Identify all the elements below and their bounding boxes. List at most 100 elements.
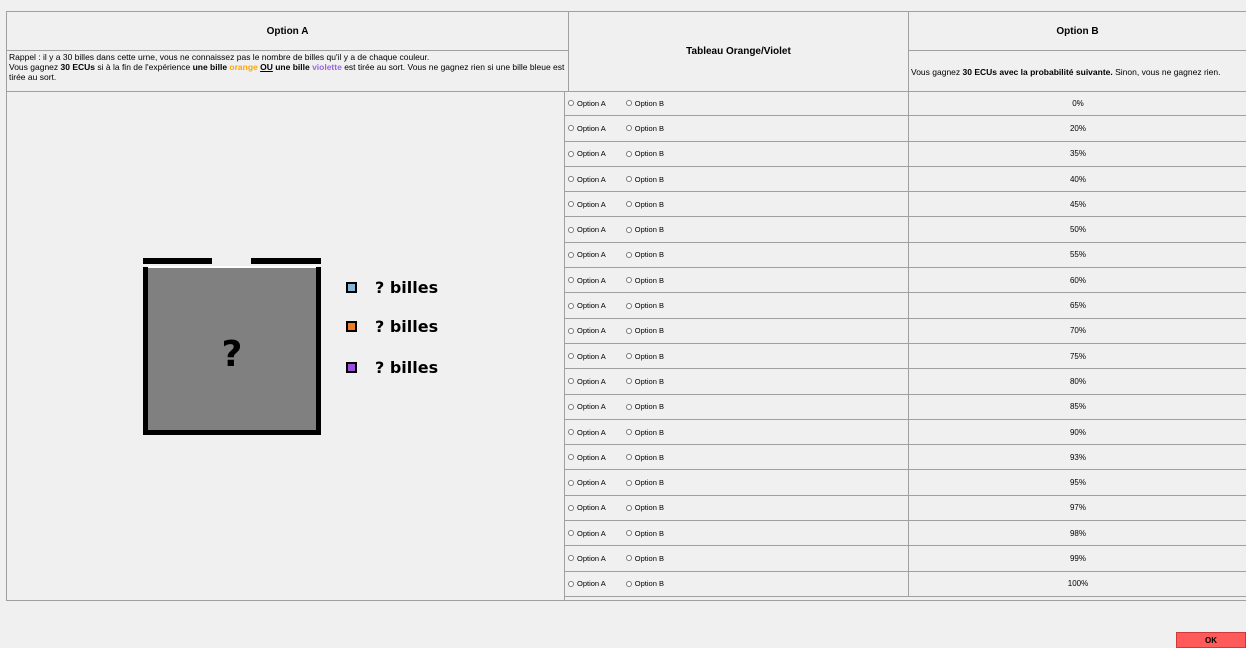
radio-circle-icon[interactable] xyxy=(625,479,632,486)
radio-option-a[interactable]: Option A xyxy=(568,453,606,462)
radio-option-a[interactable]: Option A xyxy=(568,250,606,259)
radio-option-b[interactable]: Option B xyxy=(625,554,664,563)
radio-circle-icon[interactable] xyxy=(625,251,632,258)
ok-button[interactable]: OK xyxy=(1176,632,1246,648)
radio-circle-icon[interactable] xyxy=(625,353,632,360)
radio-circle-icon[interactable] xyxy=(625,580,632,587)
radio-circle-icon[interactable] xyxy=(568,353,574,360)
radio-circle-icon[interactable] xyxy=(568,504,574,511)
radio-circle-icon[interactable] xyxy=(625,150,632,157)
probability-cell: 100% xyxy=(1067,579,1089,589)
radio-label: Option B xyxy=(634,351,664,361)
radio-option-b[interactable]: Option B xyxy=(625,402,664,411)
table-row: Option A Option B 98% xyxy=(565,521,1246,547)
urn-rim-left xyxy=(143,258,212,264)
radio-circle-icon[interactable] xyxy=(568,251,574,258)
radio-circle-icon[interactable] xyxy=(568,150,574,157)
radio-option-a[interactable]: Option A xyxy=(568,225,606,234)
probability-cell: 50% xyxy=(1069,225,1086,235)
radio-option-b[interactable]: Option B xyxy=(625,175,664,184)
radio-circle-icon[interactable] xyxy=(625,504,632,511)
radio-option-b[interactable]: Option B xyxy=(625,326,664,335)
radio-circle-icon[interactable] xyxy=(625,176,632,183)
radio-option-b[interactable]: Option B xyxy=(625,149,664,158)
table-row: Option A Option B 55% xyxy=(565,242,1246,269)
radio-option-b[interactable]: Option B xyxy=(625,453,664,462)
radio-option-a[interactable]: Option A xyxy=(568,579,606,588)
radio-option-b[interactable]: Option B xyxy=(625,200,664,209)
radio-circle-icon[interactable] xyxy=(625,201,632,208)
radio-label: Option B xyxy=(634,275,664,285)
probability-cell: 80% xyxy=(1069,376,1086,386)
radio-option-a[interactable]: Option A xyxy=(568,352,606,361)
radio-option-b[interactable]: Option B xyxy=(625,351,664,361)
radio-option-b[interactable]: Option B xyxy=(625,529,664,538)
radio-option-a[interactable]: Option A xyxy=(568,301,606,310)
radio-circle-icon[interactable] xyxy=(568,125,574,132)
radio-circle-icon[interactable] xyxy=(568,555,574,562)
radio-option-a[interactable]: Option A xyxy=(568,428,606,437)
radio-circle-icon[interactable] xyxy=(568,454,574,461)
radio-circle-icon[interactable] xyxy=(568,201,574,208)
radio-circle-icon[interactable] xyxy=(625,530,632,537)
radio-circle-icon[interactable] xyxy=(625,378,632,385)
radio-option-b[interactable]: Option B xyxy=(625,225,664,234)
radio-option-a[interactable]: Option A xyxy=(568,529,606,538)
blue-swatch-icon xyxy=(346,282,357,293)
radio-option-b[interactable]: Option B xyxy=(625,503,664,512)
radio-circle-icon[interactable] xyxy=(568,378,574,385)
radio-circle-icon[interactable] xyxy=(625,454,632,461)
radio-circle-icon[interactable] xyxy=(568,479,574,486)
bottom-divider xyxy=(6,600,1246,601)
radio-circle-icon[interactable] xyxy=(625,226,632,233)
legend-blue: ? billes xyxy=(346,278,438,297)
radio-option-b[interactable]: Option B xyxy=(625,99,664,108)
radio-circle-icon[interactable] xyxy=(625,277,632,284)
radio-option-a[interactable]: Option A xyxy=(568,149,606,158)
radio-circle-icon[interactable] xyxy=(568,302,574,309)
radio-option-b[interactable]: Option B xyxy=(625,478,664,487)
radio-option-b[interactable]: Option B xyxy=(625,275,664,285)
radio-circle-icon[interactable] xyxy=(625,125,632,132)
choice-cell: Option A Option B xyxy=(565,445,909,470)
radio-option-a[interactable]: Option A xyxy=(568,377,606,386)
radio-circle-icon[interactable] xyxy=(625,555,632,562)
radio-option-a[interactable]: Option A xyxy=(568,402,606,411)
radio-circle-icon[interactable] xyxy=(625,302,632,309)
radio-option-a[interactable]: Option A xyxy=(568,124,606,133)
radio-circle-icon[interactable] xyxy=(568,429,574,435)
radio-option-b[interactable]: Option B xyxy=(625,301,664,310)
urn-bottom-wall xyxy=(143,430,321,435)
table-row: Option A Option B 65% xyxy=(565,293,1246,319)
radio-circle-icon[interactable] xyxy=(625,100,632,107)
urn-right-wall xyxy=(316,267,321,435)
radio-circle-icon[interactable] xyxy=(568,176,574,183)
radio-circle-icon[interactable] xyxy=(568,277,574,284)
radio-circle-icon[interactable] xyxy=(625,403,632,410)
radio-option-b[interactable]: Option B xyxy=(625,124,664,133)
radio-circle-icon[interactable] xyxy=(625,327,632,334)
radio-option-b[interactable]: Option B xyxy=(625,579,664,588)
radio-option-b[interactable]: Option B xyxy=(625,250,664,259)
radio-circle-icon[interactable] xyxy=(568,327,574,334)
radio-circle-icon[interactable] xyxy=(568,530,574,537)
radio-label: Option A xyxy=(577,528,606,538)
radio-circle-icon[interactable] xyxy=(568,580,574,587)
radio-option-a[interactable]: Option A xyxy=(568,554,606,563)
option-b-description: Vous gagnez 30 ECUs avec la probabilité … xyxy=(908,50,1246,92)
radio-option-a[interactable]: Option A xyxy=(568,200,606,209)
radio-circle-icon[interactable] xyxy=(568,403,574,410)
radio-option-a[interactable]: Option A xyxy=(568,326,606,335)
radio-option-b[interactable]: Option B xyxy=(625,428,664,437)
radio-option-a[interactable]: Option A xyxy=(568,276,606,285)
radio-option-b[interactable]: Option B xyxy=(625,377,664,386)
radio-circle-icon[interactable] xyxy=(568,100,574,107)
radio-circle-icon[interactable] xyxy=(568,226,574,233)
radio-option-a[interactable]: Option A xyxy=(568,503,606,512)
radio-option-a[interactable]: Option A xyxy=(568,478,606,487)
radio-circle-icon[interactable] xyxy=(625,429,632,435)
option-b-header: Option B xyxy=(908,11,1246,51)
radio-option-a[interactable]: Option A xyxy=(568,175,606,184)
radio-option-a[interactable]: Option A xyxy=(568,99,606,108)
legend-blue-label: ? billes xyxy=(375,278,439,297)
